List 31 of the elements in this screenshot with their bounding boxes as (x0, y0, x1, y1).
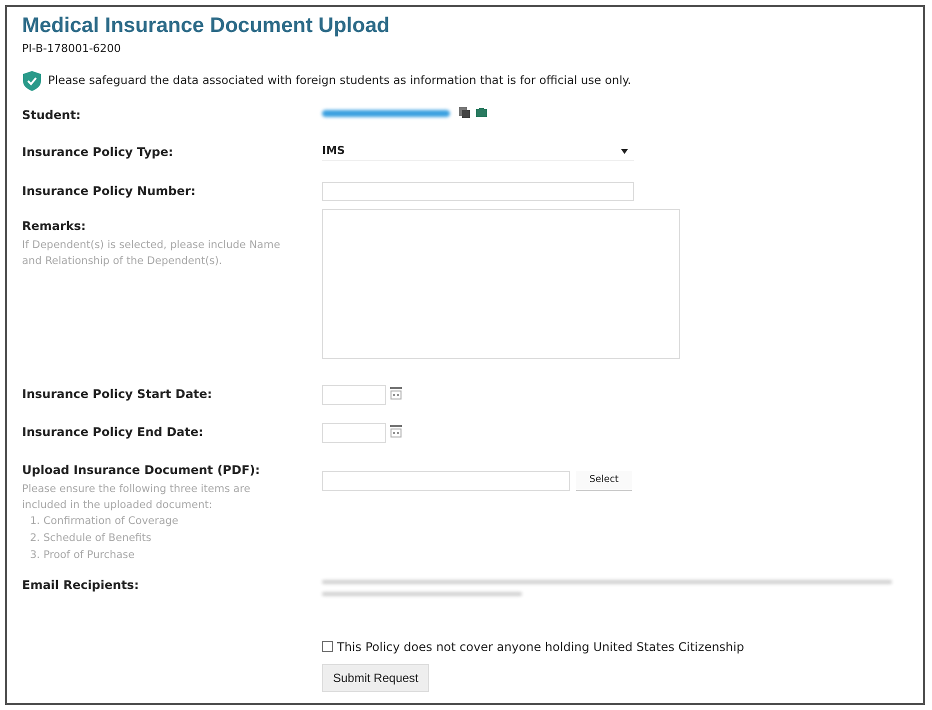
hint-text: Please ensure the following three items are included in the uploaded document: (22, 482, 252, 513)
date-field[interactable] (322, 422, 386, 443)
select-button[interactable]: Select (576, 470, 632, 491)
hint-list-item: 3. Proof of Purchase (30, 548, 136, 563)
hint-list-item: 1. Confirmation of Coverage (30, 514, 180, 529)
calendar-icon[interactable] (390, 424, 402, 438)
shield-icon (22, 70, 42, 92)
field-label: Email Recipients: (22, 576, 140, 594)
field-label: Remarks: (22, 218, 87, 235)
field-label: Upload Insurance Document (PDF): (22, 462, 261, 479)
hint-text: If Dependent(s) is selected, please include Name and Relationship of the Dependent(s). (22, 238, 282, 269)
file-path-field[interactable] (322, 470, 570, 491)
hint-list-item: 2. Schedule of Benefits (30, 530, 152, 546)
calendar-icon[interactable] (390, 386, 402, 400)
date-field[interactable] (322, 384, 386, 405)
field-label: Insurance Policy End Date: (22, 424, 204, 441)
page-title: Medical Insurance Document Upload (22, 13, 391, 39)
policy-type-select[interactable]: IMS (322, 142, 634, 161)
field-label: Insurance Policy Start Date: (22, 386, 214, 403)
notice-text: Please safeguard the data associated with foreign students as information that is for official use only. (48, 72, 632, 90)
copy-icon[interactable] (458, 106, 471, 119)
card-icon[interactable] (476, 108, 487, 117)
field-label: Insurance Policy Type: (22, 144, 174, 161)
field-label: Student: (22, 106, 82, 124)
input-field[interactable] (322, 182, 634, 201)
checkbox[interactable] (322, 641, 333, 652)
record-id: PI-B-178001-6200 (22, 41, 122, 58)
field-label: Insurance Policy Number: (22, 182, 197, 200)
caret-icon (621, 148, 628, 154)
checkbox-label: This Policy does not cover anyone holding United States Citizenship (337, 638, 744, 656)
submit-button[interactable]: Submit Request (322, 664, 430, 692)
